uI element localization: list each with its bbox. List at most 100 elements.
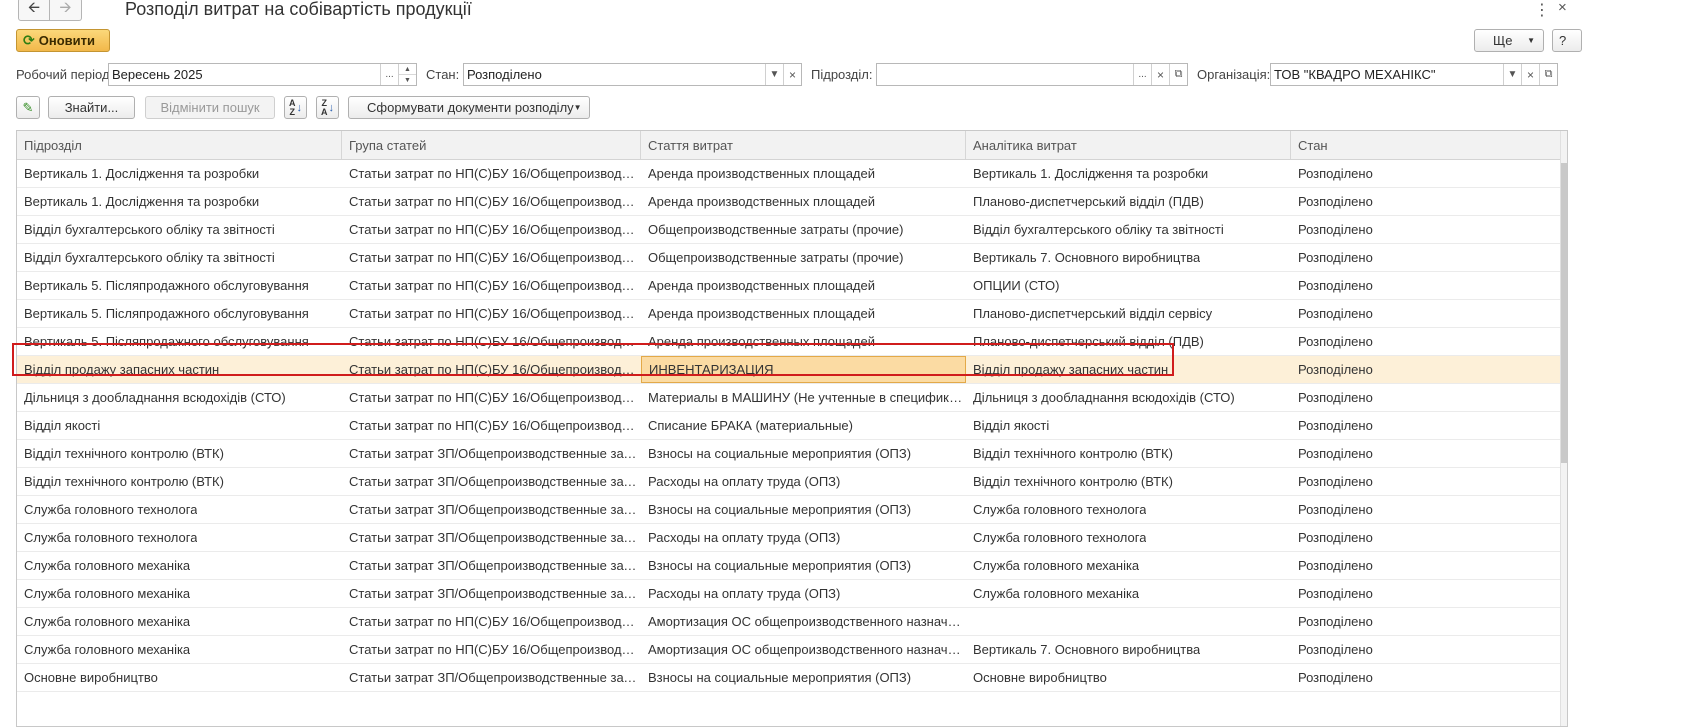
find-button[interactable]: Знайти...	[48, 96, 135, 119]
table-row[interactable]: Відділ бухгалтерського обліку та звітнос…	[17, 244, 1563, 272]
table-cell[interactable]: Статьи затрат ЗП/Общепроизводственные за…	[342, 524, 641, 551]
table-cell[interactable]: Служба головного механіка	[17, 636, 342, 663]
forward-button[interactable]: 🡪	[50, 0, 82, 21]
select-ellipsis-button[interactable]: ...	[380, 64, 398, 85]
table-cell[interactable]: Статьи затрат по НП(С)БУ 16/Общепроизвод…	[342, 300, 641, 327]
table-cell[interactable]	[966, 608, 1291, 635]
step-up-icon[interactable]: ▲	[399, 64, 416, 75]
table-cell[interactable]: Відділ технічного контролю (ВТК)	[966, 440, 1291, 467]
table-cell[interactable]: Розподілено	[1291, 580, 1563, 607]
table-cell[interactable]: Служба головного технолога	[17, 496, 342, 523]
kebab-menu-icon[interactable]: ⋮	[1534, 0, 1550, 20]
table-cell[interactable]: Відділ якості	[17, 412, 342, 439]
table-cell[interactable]: Розподілено	[1291, 216, 1563, 243]
table-cell[interactable]: Розподілено	[1291, 272, 1563, 299]
table-cell[interactable]: Статьи затрат по НП(С)БУ 16/Общепроизвод…	[342, 384, 641, 411]
table-row[interactable]: Вертикаль 5. Післяпродажного обслуговува…	[17, 272, 1563, 300]
table-cell[interactable]: Взносы на социальные мероприятия (ОПЗ)	[641, 552, 966, 579]
help-button[interactable]: ?	[1552, 29, 1582, 52]
table-cell[interactable]: ОПЦИИ (СТО)	[966, 272, 1291, 299]
table-cell[interactable]: Розподілено	[1291, 468, 1563, 495]
table-cell[interactable]: Розподілено	[1291, 524, 1563, 551]
table-cell[interactable]: Вертикаль 5. Післяпродажного обслуговува…	[17, 300, 342, 327]
table-cell[interactable]: Амортизация ОС общепроизводственного наз…	[641, 608, 966, 635]
table-cell[interactable]: Планово-диспетчерський відділ (ПДВ)	[966, 328, 1291, 355]
table-cell[interactable]: Вертикаль 1. Дослідження та розробки	[17, 160, 342, 187]
close-icon[interactable]: ×	[1558, 0, 1567, 16]
table-cell[interactable]: Служба головного технолога	[966, 524, 1291, 551]
table-cell[interactable]: Статьи затрат по НП(С)БУ 16/Общепроизвод…	[342, 608, 641, 635]
table-row[interactable]: Служба головного технолога Статьи затрат …	[17, 496, 1563, 524]
table-cell[interactable]: Розподілено	[1291, 384, 1563, 411]
open-icon[interactable]: ⧉	[1169, 64, 1187, 85]
column-header[interactable]: Аналітика витрат	[966, 131, 1291, 159]
table-cell[interactable]: Статьи затрат ЗП/Общепроизводственные за…	[342, 440, 641, 467]
column-header[interactable]: Стаття витрат	[641, 131, 966, 159]
vertical-scrollbar[interactable]	[1560, 131, 1567, 726]
table-row[interactable]: Служба головного механіка Статьи затрат З…	[17, 552, 1563, 580]
table-cell[interactable]: Служба головного технолога	[17, 524, 342, 551]
table-cell[interactable]: Расходы на оплату труда (ОПЗ)	[641, 524, 966, 551]
table-cell[interactable]: Служба головного механіка	[966, 552, 1291, 579]
table-cell[interactable]: Статьи затрат ЗП/Общепроизводственные за…	[342, 552, 641, 579]
back-button[interactable]: 🡨	[18, 0, 50, 21]
table-cell[interactable]: Дільниця з дообладнання всюдохідів (СТО)	[966, 384, 1291, 411]
table-cell[interactable]: Расходы на оплату труда (ОПЗ)	[641, 580, 966, 607]
table-row[interactable]: Служба головного технолога Статьи затрат …	[17, 524, 1563, 552]
table-row[interactable]: Основне виробництво Статьи затрат ЗП/Обще…	[17, 664, 1563, 692]
table-cell[interactable]: Амортизация ОС общепроизводственного наз…	[641, 636, 966, 663]
table-cell[interactable]: Розподілено	[1291, 664, 1563, 691]
table-cell[interactable]: Вертикаль 5. Післяпродажного обслуговува…	[17, 272, 342, 299]
table-cell[interactable]: Відділ якості	[966, 412, 1291, 439]
form-distribution-docs-button[interactable]: Сформувати документи розподілу ▼	[348, 96, 590, 119]
table-cell[interactable]: Статьи затрат ЗП/Общепроизводственные за…	[342, 580, 641, 607]
table-cell[interactable]: Аренда производственных площадей	[641, 328, 966, 355]
table-cell[interactable]: Відділ продажу запасних частин	[17, 356, 342, 383]
table-cell[interactable]: Вертикаль 1. Дослідження та розробки	[17, 188, 342, 215]
table-row[interactable]: Відділ продажу запасних частин Статьи зат…	[17, 356, 1563, 384]
table-cell[interactable]: Відділ продажу запасних частин	[966, 356, 1291, 383]
table-cell[interactable]: Розподілено	[1291, 160, 1563, 187]
table-cell[interactable]: Відділ технічного контролю (ВТК)	[17, 468, 342, 495]
table-cell[interactable]: Вертикаль 7. Основного виробництва	[966, 636, 1291, 663]
table-cell[interactable]: Розподілено	[1291, 552, 1563, 579]
table-cell[interactable]: Відділ бухгалтерського обліку та звітнос…	[17, 244, 342, 271]
table-cell[interactable]: Статьи затрат по НП(С)БУ 16/Общепроизвод…	[342, 272, 641, 299]
table-cell[interactable]: Расходы на оплату труда (ОПЗ)	[641, 468, 966, 495]
table-cell[interactable]: Статьи затрат по НП(С)БУ 16/Общепроизвод…	[342, 216, 641, 243]
table-cell[interactable]: Взносы на социальные мероприятия (ОПЗ)	[641, 496, 966, 523]
table-cell[interactable]: Основне виробництво	[966, 664, 1291, 691]
table-cell[interactable]: Аренда производственных площадей	[641, 272, 966, 299]
state-field[interactable]: Розподілено ▼ ×	[463, 63, 802, 86]
table-cell[interactable]: Розподілено	[1291, 496, 1563, 523]
table-cell[interactable]: Статьи затрат ЗП/Общепроизводственные за…	[342, 468, 641, 495]
organization-clear-button[interactable]: ×	[1521, 64, 1539, 85]
sort-descending-button[interactable]: ZA ↓	[316, 96, 339, 119]
table-cell[interactable]: Планово-диспетчерський відділ (ПДВ)	[966, 188, 1291, 215]
table-cell[interactable]: Взносы на социальные мероприятия (ОПЗ)	[641, 664, 966, 691]
state-clear-button[interactable]: ×	[783, 64, 801, 85]
table-cell[interactable]: Статьи затрат по НП(С)БУ 16/Общепроизвод…	[342, 188, 641, 215]
sort-ascending-button[interactable]: AZ ↓	[284, 96, 307, 119]
refresh-button[interactable]: ⟳ Оновити	[16, 29, 110, 52]
table-cell[interactable]: Розподілено	[1291, 636, 1563, 663]
department-select-button[interactable]: ...	[1133, 64, 1151, 85]
table-row[interactable]: Служба головного механіка Статьи затрат п…	[17, 608, 1563, 636]
table-cell[interactable]: Материалы в МАШИНУ (Не учтенные в специф…	[641, 384, 966, 411]
table-cell[interactable]: Общепроизводственные затраты (прочие)	[641, 244, 966, 271]
table-cell[interactable]: Вертикаль 1. Дослідження та розробки	[966, 160, 1291, 187]
state-dropdown-button[interactable]: ▼	[765, 64, 783, 85]
department-clear-button[interactable]: ×	[1151, 64, 1169, 85]
table-row[interactable]: Відділ бухгалтерського обліку та звітнос…	[17, 216, 1563, 244]
table-row[interactable]: Служба головного механіка Статьи затрат п…	[17, 636, 1563, 664]
table-row[interactable]: Служба головного механіка Статьи затрат З…	[17, 580, 1563, 608]
table-row[interactable]: Відділ технічного контролю (ВТК) Статьи з…	[17, 468, 1563, 496]
more-button[interactable]: Ще ▼	[1474, 29, 1544, 52]
organization-open-icon[interactable]: ⧉	[1539, 64, 1557, 85]
table-cell[interactable]: Розподілено	[1291, 608, 1563, 635]
table-cell[interactable]: Вертикаль 7. Основного виробництва	[966, 244, 1291, 271]
distribution-table[interactable]: Підрозділ Група статей Стаття витрат Ана…	[16, 130, 1568, 727]
table-cell[interactable]: Аренда производственных площадей	[641, 160, 966, 187]
table-row[interactable]: Відділ якості Статьи затрат по НП(С)БУ 16…	[17, 412, 1563, 440]
table-cell[interactable]: Розподілено	[1291, 244, 1563, 271]
